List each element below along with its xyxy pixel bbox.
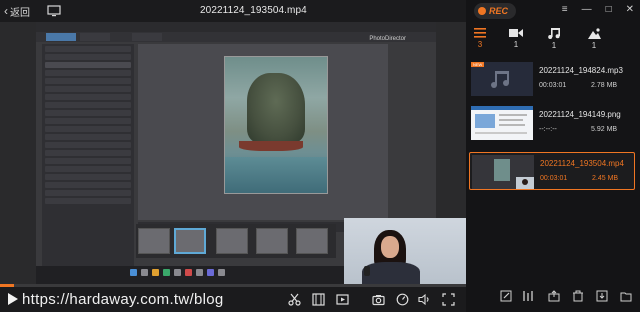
list-item[interactable]: 20221124_194149.png --:--:-- 5.92 MB (469, 104, 635, 142)
filter-count: 3 (477, 40, 483, 49)
camera-icon[interactable] (372, 293, 385, 306)
screen-icon[interactable] (47, 5, 61, 17)
audio-thumbnail (471, 62, 533, 96)
video-camera-icon (509, 29, 523, 37)
captured-taskbar-icons (130, 269, 225, 276)
minimize-icon[interactable]: — (582, 5, 592, 15)
filter-count: 1 (513, 40, 519, 49)
share-icon[interactable] (548, 290, 560, 302)
image-thumbnail (471, 106, 533, 140)
item-size: 2.78 MB (591, 82, 618, 89)
filmstrip-thumb (138, 228, 170, 254)
filmstrip-thumb-selected (174, 228, 206, 254)
back-label: 返回 (10, 7, 30, 19)
chevron-left-icon: ‹ (4, 4, 8, 18)
rec-label: REC (489, 6, 509, 16)
filter-tab-video[interactable]: 1 (506, 28, 526, 49)
video-frame-preview (472, 155, 534, 189)
webcam-overlay (344, 218, 466, 284)
music-note-icon (491, 71, 509, 88)
video-preview[interactable]: PhotoDirector (0, 22, 466, 284)
window-buttons: ≡ — □ ✕ (562, 5, 634, 15)
item-size: 2.45 MB (592, 175, 619, 182)
captured-app-brand: PhotoDirector (369, 36, 406, 42)
filter-count: 1 (551, 41, 557, 50)
captured-tab (80, 33, 110, 41)
item-duration: --:--:-- (539, 126, 557, 133)
video-clip-icon[interactable] (336, 293, 349, 306)
captured-tab (132, 33, 162, 41)
filter-tab-image[interactable]: 1 (584, 28, 604, 50)
image-icon (587, 28, 601, 39)
item-name: 20221124_194824.mp3 (539, 66, 623, 75)
photo-boat (239, 141, 303, 151)
photo-water (225, 157, 327, 193)
film-frame-icon[interactable] (312, 293, 325, 306)
list-item-selected[interactable]: 20221124_193504.mp4 00:03:01 2.45 MB (469, 152, 635, 190)
captured-photo (224, 56, 328, 194)
playback-controls: https://hardaway.com.tw/blog (0, 287, 466, 312)
new-badge: NEW (471, 62, 485, 67)
rec-button[interactable]: REC (474, 3, 516, 19)
menu-icon[interactable]: ≡ (562, 5, 568, 15)
filter-count: 1 (591, 41, 597, 50)
captured-titlebar (36, 22, 436, 32)
person-body (362, 262, 420, 284)
item-duration: 00:03:01 (539, 82, 567, 89)
filter-tab-audio[interactable]: 1 (544, 28, 564, 50)
fullscreen-icon[interactable] (442, 293, 455, 306)
delete-icon[interactable] (572, 290, 584, 302)
sidebar-actions (466, 290, 640, 306)
back-button[interactable]: ‹ 返回 (4, 4, 30, 19)
captured-filmstrip (136, 224, 336, 258)
video-thumbnail (472, 155, 534, 189)
watermark-url: https://hardaway.com.tw/blog (22, 291, 224, 308)
webpage-preview-icon (471, 106, 533, 134)
captured-tab (46, 33, 76, 41)
item-size: 5.92 MB (591, 126, 618, 133)
filmstrip-thumb (256, 228, 288, 254)
list-item[interactable]: NEW 20221124_194824.mp3 00:03:01 2.78 MB (469, 60, 635, 98)
list-icon (474, 28, 486, 38)
person-face (381, 236, 399, 258)
record-dot-icon (478, 7, 486, 15)
item-name: 20221124_193504.mp4 (540, 159, 624, 168)
microphone (364, 266, 370, 276)
recordings-sidebar: REC ≡ — □ ✕ 3 1 1 1 NEW 20221124_194824.… (466, 0, 640, 312)
filmstrip-thumb (216, 228, 248, 254)
play-button[interactable] (8, 293, 18, 305)
recorder-app: ‹ 返回 20221124_193504.mp4 PhotoDirector h… (0, 0, 640, 312)
item-name: 20221124_194149.png (539, 110, 621, 119)
captured-photo-canvas (138, 44, 388, 220)
volume-icon[interactable] (418, 293, 431, 306)
maximize-icon[interactable]: □ (606, 5, 612, 15)
trim-icon[interactable] (522, 290, 534, 302)
folder-icon[interactable] (620, 290, 632, 302)
top-bar: ‹ 返回 20221124_193504.mp4 (0, 0, 466, 22)
close-icon[interactable]: ✕ (626, 5, 634, 15)
music-note-icon (548, 28, 560, 39)
item-duration: 00:03:01 (540, 175, 568, 182)
filter-tab-all[interactable]: 3 (470, 28, 490, 49)
filter-tabs: 3 1 1 1 (466, 28, 640, 52)
filmstrip-thumb (296, 228, 328, 254)
file-title: 20221124_193504.mp4 (200, 5, 307, 16)
captured-left-panel (42, 44, 134, 276)
edit-icon[interactable] (500, 290, 512, 302)
export-icon[interactable] (596, 290, 608, 302)
speed-gauge-icon[interactable] (396, 293, 409, 306)
photo-rock (247, 73, 305, 143)
scissors-icon[interactable] (288, 293, 301, 306)
